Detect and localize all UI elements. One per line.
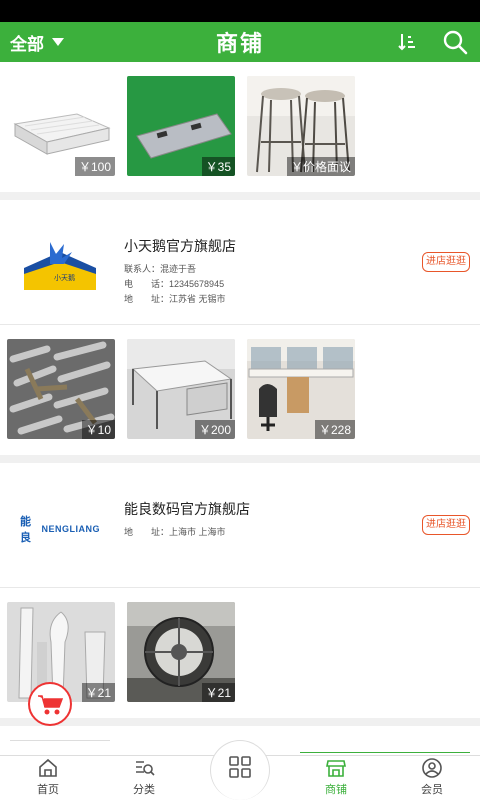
product-thumb-power-bank[interactable]: ￥35 bbox=[127, 76, 235, 176]
logo-en-text: NENGLIANG bbox=[41, 523, 100, 534]
section-divider bbox=[0, 192, 480, 200]
shop-address: 地 址：上海市 上海市 bbox=[124, 525, 226, 538]
visit-shop-button[interactable]: 进店逛逛 bbox=[422, 252, 470, 272]
product-image-row: ￥100 ￥35 ￥价格面议 bbox=[0, 62, 480, 192]
section-divider bbox=[0, 455, 480, 463]
filter-label: 全部 bbox=[10, 34, 44, 54]
svg-text:小天鹅: 小天鹅 bbox=[54, 273, 75, 282]
partial-divider bbox=[10, 740, 110, 741]
address-value: 上海市 上海市 bbox=[169, 527, 226, 537]
accent-line bbox=[300, 752, 470, 753]
shop-logo-little-swan: 小天鹅 bbox=[20, 238, 100, 293]
logo-cn-text: 能良 bbox=[20, 515, 31, 544]
address-key: 地 址： bbox=[124, 527, 170, 537]
shop-logo-nengliang: 能良 NENGLIANG bbox=[20, 501, 100, 556]
shop-phone: 电 话：12345678945 bbox=[124, 277, 224, 290]
floating-cart-button[interactable] bbox=[28, 682, 72, 726]
shop-card[interactable]: 能良 NENGLIANG 能良数码官方旗舰店 地 址：上海市 上海市 进店逛逛 bbox=[0, 463, 480, 588]
product-thumb-workstations[interactable]: ￥228 bbox=[247, 339, 355, 439]
bottom-tab-bar: 首页 分类 发现 商铺 bbox=[0, 740, 480, 800]
tab-home[interactable]: 首页 bbox=[0, 756, 96, 800]
product-image-row: ￥21 ￥21 bbox=[0, 588, 480, 718]
product-price: ￥35 bbox=[201, 157, 235, 176]
shop-address: 地 址：江苏省 无锡市 bbox=[124, 292, 226, 305]
caret-down-icon bbox=[52, 38, 64, 46]
discover-bubble bbox=[210, 740, 270, 800]
shop-name: 能良数码官方旗舰店 bbox=[124, 501, 250, 517]
product-price: ￥价格面议 bbox=[286, 157, 355, 176]
product-thumb-mattress[interactable]: ￥100 bbox=[7, 76, 115, 176]
tab-discover[interactable]: 发现 bbox=[192, 740, 288, 800]
tab-category[interactable]: 分类 bbox=[96, 756, 192, 800]
product-price: ￥21 bbox=[201, 683, 235, 702]
tab-label: 会员 bbox=[421, 784, 443, 796]
shop-name: 小天鹅官方旗舰店 bbox=[124, 238, 236, 254]
grid-icon bbox=[229, 755, 251, 778]
sort-icon[interactable] bbox=[396, 31, 418, 53]
status-bar bbox=[0, 0, 480, 22]
home-icon bbox=[39, 758, 57, 777]
tab-shops[interactable]: 商铺 bbox=[288, 756, 384, 800]
product-price: ￥10 bbox=[81, 420, 115, 439]
product-thumb-metal-tools[interactable]: ￥10 bbox=[7, 339, 115, 439]
product-thumb-machine-wheel[interactable]: ￥21 bbox=[127, 602, 235, 702]
product-image-row: ￥10 ￥200 ￥228 bbox=[0, 325, 480, 455]
tab-label: 首页 bbox=[37, 784, 59, 796]
shop-contact: 联系人：混迹于吾 bbox=[124, 262, 196, 275]
cart-icon bbox=[38, 695, 64, 715]
product-thumb-stools[interactable]: ￥价格面议 bbox=[247, 76, 355, 176]
visit-shop-button[interactable]: 进店逛逛 bbox=[422, 515, 470, 535]
contact-key: 联系人： bbox=[124, 264, 161, 274]
tab-label: 分类 bbox=[133, 784, 155, 796]
tab-member[interactable]: 会员 bbox=[384, 756, 480, 800]
shop-list: ￥100 ￥35 ￥价格面议 小天鹅 小天鹅官方旗舰店 联系人：混迹于吾 电 话… bbox=[0, 62, 480, 755]
section-divider bbox=[0, 718, 480, 726]
tab-label: 商铺 bbox=[325, 784, 347, 796]
search-icon[interactable] bbox=[442, 29, 468, 55]
product-price: ￥100 bbox=[74, 157, 115, 176]
shop-card[interactable]: 小天鹅 小天鹅官方旗舰店 联系人：混迹于吾 电 话：12345678945 地 … bbox=[0, 200, 480, 325]
shop-icon bbox=[326, 760, 346, 777]
product-price: ￥21 bbox=[81, 683, 115, 702]
phone-value: 12345678945 bbox=[169, 279, 225, 289]
user-icon bbox=[422, 758, 442, 778]
address-key: 地 址： bbox=[124, 294, 170, 304]
address-value: 江苏省 无锡市 bbox=[169, 294, 226, 304]
category-icon bbox=[136, 761, 155, 776]
product-thumb-office-desk[interactable]: ￥200 bbox=[127, 339, 235, 439]
filter-dropdown[interactable]: 全部 bbox=[10, 22, 64, 62]
top-bar: 全部 商铺 bbox=[0, 22, 480, 62]
contact-value: 混迹于吾 bbox=[160, 264, 197, 274]
phone-key: 电 话： bbox=[124, 279, 170, 289]
product-price: ￥200 bbox=[194, 420, 235, 439]
product-price: ￥228 bbox=[314, 420, 355, 439]
